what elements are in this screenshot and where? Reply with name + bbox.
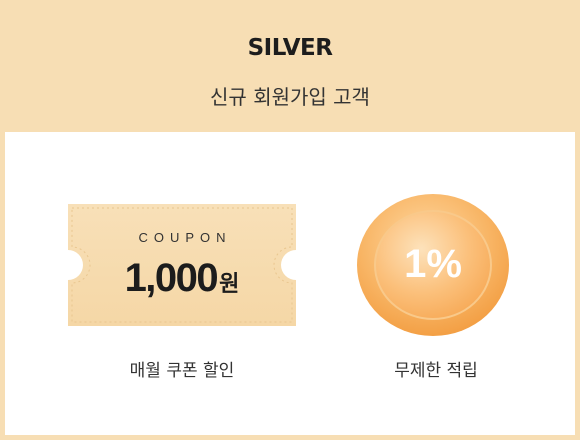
coupon-ticket-icon: COUPON 1,000원 xyxy=(68,204,296,326)
coupon-amount-unit: 원 xyxy=(219,272,240,297)
points-caption: 무제한 적립 xyxy=(394,361,478,381)
coupon-caption: 매월 쿠폰 할인 xyxy=(129,361,235,381)
coin-icon: 1% xyxy=(355,192,515,338)
grade-description: 신규 회원가입 고객 xyxy=(210,85,370,109)
coupon-label: COUPON xyxy=(138,230,232,245)
coupon-amount: 1,000원 xyxy=(68,256,296,301)
grade-header: SILVER 신규 회원가입 고객 xyxy=(5,5,575,132)
membership-grade-card: SILVER 신규 회원가입 고객 COUPON 1,000원 매월 쿠폰 할인 xyxy=(0,0,580,440)
grade-name: SILVER xyxy=(247,35,333,61)
points-rate: 1% xyxy=(404,242,462,286)
coupon-amount-value: 1,000 xyxy=(124,256,219,300)
